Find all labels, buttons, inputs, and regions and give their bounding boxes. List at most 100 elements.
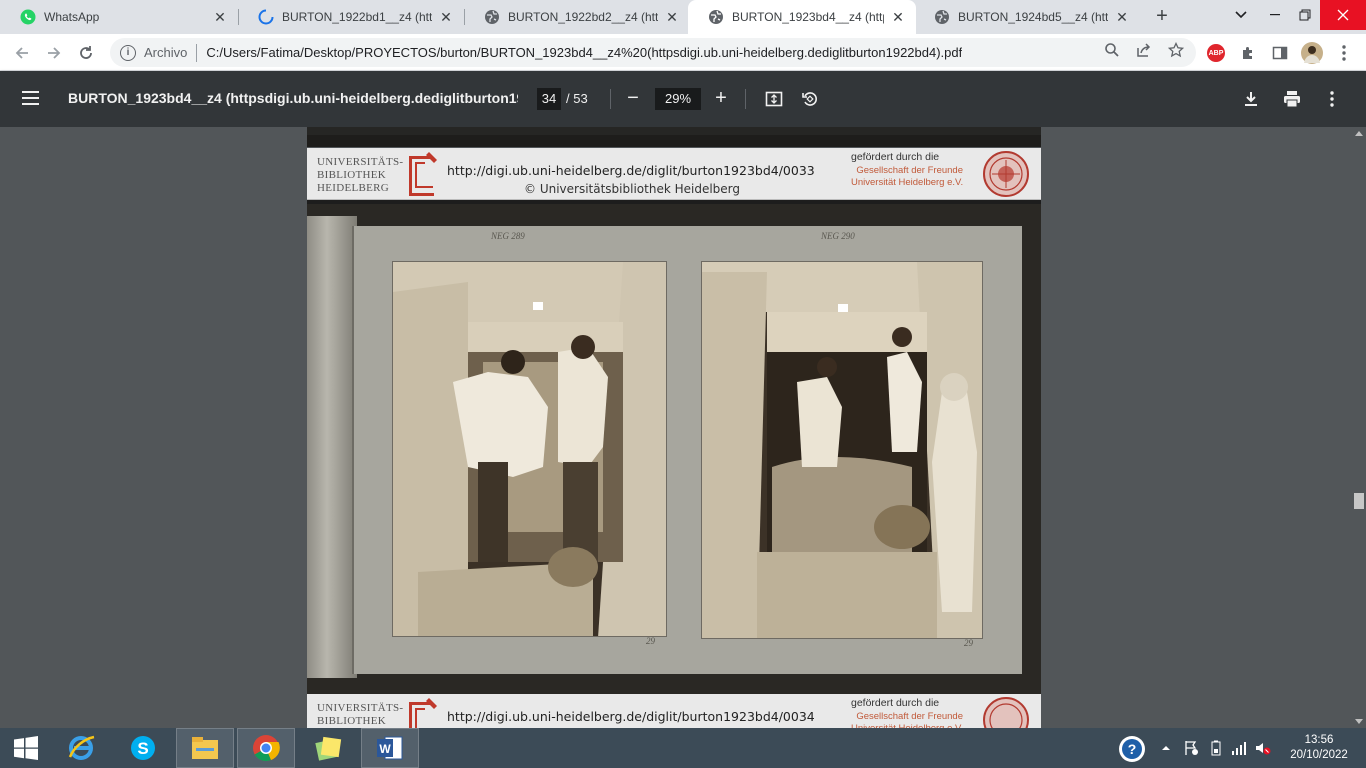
tab-title: BURTON_1922bd1__z4 (httpsdi (282, 10, 432, 24)
album-scan: NEG 289 29 NEG 290 29 (307, 204, 1041, 694)
library-name: UNIVERSITÄTS- BIBLIOTHEK HEIDELBERG (317, 702, 404, 727)
close-icon[interactable]: ✕ (438, 9, 454, 25)
library-name: UNIVERSITÄTS- BIBLIOTHEK HEIDELBERG (317, 156, 404, 194)
tab-title: BURTON_1924bd5__z4 (httpsdi (958, 10, 1108, 24)
tab-burton-1924bd5[interactable]: BURTON_1924bd5__z4 (httpsdi ✕ (914, 0, 1140, 34)
close-icon[interactable]: ✕ (890, 9, 906, 25)
window-close-button[interactable] (1320, 0, 1366, 30)
tab-title: WhatsApp (44, 10, 100, 24)
photo-right-image (702, 262, 982, 638)
tab-burton-1922bd1[interactable]: BURTON_1922bd1__z4 (httpsdi ✕ (238, 0, 464, 34)
globe-icon (708, 9, 724, 25)
page-number-input[interactable]: 34 (537, 88, 561, 110)
restore-button[interactable] (1290, 0, 1320, 30)
svg-text:W: W (379, 742, 391, 756)
library-header: UNIVERSITÄTS- BIBLIOTHEK HEIDELBERG http… (307, 148, 1041, 200)
file-explorer-icon[interactable] (176, 728, 234, 768)
page-url: http://digi.ub.uni-heidelberg.de/diglit/… (447, 163, 815, 178)
help-icon[interactable]: ? (1117, 734, 1147, 764)
volume-muted-icon[interactable] (1255, 740, 1271, 756)
address-bar[interactable]: i Archivo C:/Users/Fatima/Desktop/PROYEC… (110, 38, 1196, 67)
funded-by-text: gefördert durch die (851, 697, 940, 709)
url-text[interactable]: C:/Users/Fatima/Desktop/PROYECTOS/burton… (206, 45, 962, 60)
system-clock[interactable]: 13:56 20/10/2022 (1282, 733, 1356, 763)
signal-icon[interactable] (1231, 740, 1247, 756)
close-icon[interactable]: ✕ (664, 9, 680, 25)
tab-search-chevron-icon[interactable] (1226, 0, 1256, 30)
zoom-in-button[interactable]: + (711, 85, 731, 113)
pdf-menu-icon[interactable] (22, 87, 46, 111)
tab-burton-1922bd2[interactable]: BURTON_1922bd2__z4 (httpsdi ✕ (464, 0, 690, 34)
copyright-text: © Universitätsbibliothek Heidelberg (524, 182, 741, 196)
zoom-input[interactable]: 29% (655, 88, 701, 110)
action-center-flag-icon[interactable] (1183, 740, 1199, 756)
internet-explorer-icon[interactable] (52, 728, 110, 768)
svg-text:S: S (137, 739, 148, 758)
pdf-viewer[interactable]: UNIVERSITÄTS- BIBLIOTHEK HEIDELBERG http… (0, 127, 1366, 728)
pdf-page-previous (307, 127, 1041, 147)
negative-label: NEG 290 (821, 231, 855, 241)
tray-expand-icon[interactable] (1158, 740, 1174, 756)
close-icon[interactable]: ✕ (1114, 9, 1130, 25)
close-icon[interactable]: ✕ (212, 9, 228, 25)
minimize-button[interactable] (1260, 0, 1290, 30)
university-seal-icon (983, 151, 1029, 197)
word-icon[interactable]: W (361, 728, 419, 768)
bookmark-star-icon[interactable] (1166, 40, 1186, 60)
windows-taskbar: S W ? 13:56 20/10/2022 (0, 728, 1366, 768)
divider (610, 89, 611, 109)
battery-icon[interactable] (1208, 740, 1224, 756)
profile-avatar[interactable] (1301, 42, 1323, 64)
pdf-title: BURTON_1923bd4__z4 (httpsdigi.ub.uni-hei… (68, 90, 518, 106)
download-icon[interactable] (1239, 87, 1263, 111)
fit-page-icon[interactable] (762, 87, 786, 111)
pdf-toolbar: BURTON_1923bd4__z4 (httpsdigi.ub.uni-hei… (0, 71, 1366, 127)
security-label: Archivo (144, 45, 188, 60)
tab-whatsapp[interactable]: WhatsApp ✕ (0, 0, 238, 34)
album-page: NEG 289 29 NEG 290 29 (352, 226, 1022, 674)
scroll-thumb[interactable] (1354, 493, 1364, 509)
scroll-down-arrow-icon[interactable] (1355, 719, 1363, 724)
clock-time: 13:56 (1304, 734, 1334, 746)
info-icon[interactable]: i (120, 44, 136, 61)
pdf-page-current: UNIVERSITÄTS- BIBLIOTHEK HEIDELBERG http… (307, 148, 1041, 694)
society-name: Gesellschaft der Freunde Universität Hei… (851, 165, 964, 188)
scroll-up-arrow-icon[interactable] (1355, 131, 1363, 136)
chrome-icon[interactable] (237, 728, 295, 768)
divider (745, 89, 746, 109)
print-icon[interactable] (1280, 87, 1304, 111)
tab-title: BURTON_1923bd4__z4 (httpsdi (732, 10, 884, 24)
forward-button[interactable] (40, 39, 68, 67)
skype-icon[interactable]: S (114, 728, 172, 768)
library-header: UNIVERSITÄTS- BIBLIOTHEK HEIDELBERG http… (307, 694, 1041, 728)
sticky-notes-icon[interactable] (299, 728, 357, 768)
tab-strip: WhatsApp ✕ BURTON_1922bd1__z4 (httpsdi ✕… (0, 0, 1366, 34)
back-button[interactable] (8, 39, 36, 67)
photo-left-image (393, 262, 666, 636)
windows-logo-icon (14, 736, 38, 760)
photo-left (392, 261, 667, 637)
more-options-icon[interactable] (1320, 87, 1344, 111)
share-icon[interactable] (1134, 40, 1154, 60)
extensions-puzzle-icon[interactable] (1237, 42, 1259, 64)
side-panel-icon[interactable] (1269, 42, 1291, 64)
svg-text:?: ? (1128, 741, 1137, 757)
tab-burton-1923bd4[interactable]: BURTON_1923bd4__z4 (httpsdi ✕ (688, 0, 916, 34)
reload-button[interactable] (72, 39, 100, 67)
globe-icon (484, 9, 500, 25)
whatsapp-icon (20, 9, 36, 25)
adblock-plus-icon[interactable]: ABP (1207, 44, 1225, 62)
divider (196, 43, 198, 62)
globe-icon (934, 9, 950, 25)
rotate-icon[interactable] (798, 87, 822, 111)
page-total: / 53 (566, 91, 588, 106)
library-logo-icon (409, 152, 437, 196)
negative-label: NEG 289 (491, 231, 525, 241)
album-spine (307, 216, 357, 678)
vertical-scrollbar[interactable] (1352, 127, 1366, 728)
start-button[interactable] (0, 728, 52, 768)
zoom-icon[interactable] (1102, 40, 1122, 60)
new-tab-button[interactable]: + (1150, 5, 1174, 29)
browser-menu-icon[interactable] (1333, 42, 1355, 64)
zoom-out-button[interactable]: − (623, 85, 643, 113)
